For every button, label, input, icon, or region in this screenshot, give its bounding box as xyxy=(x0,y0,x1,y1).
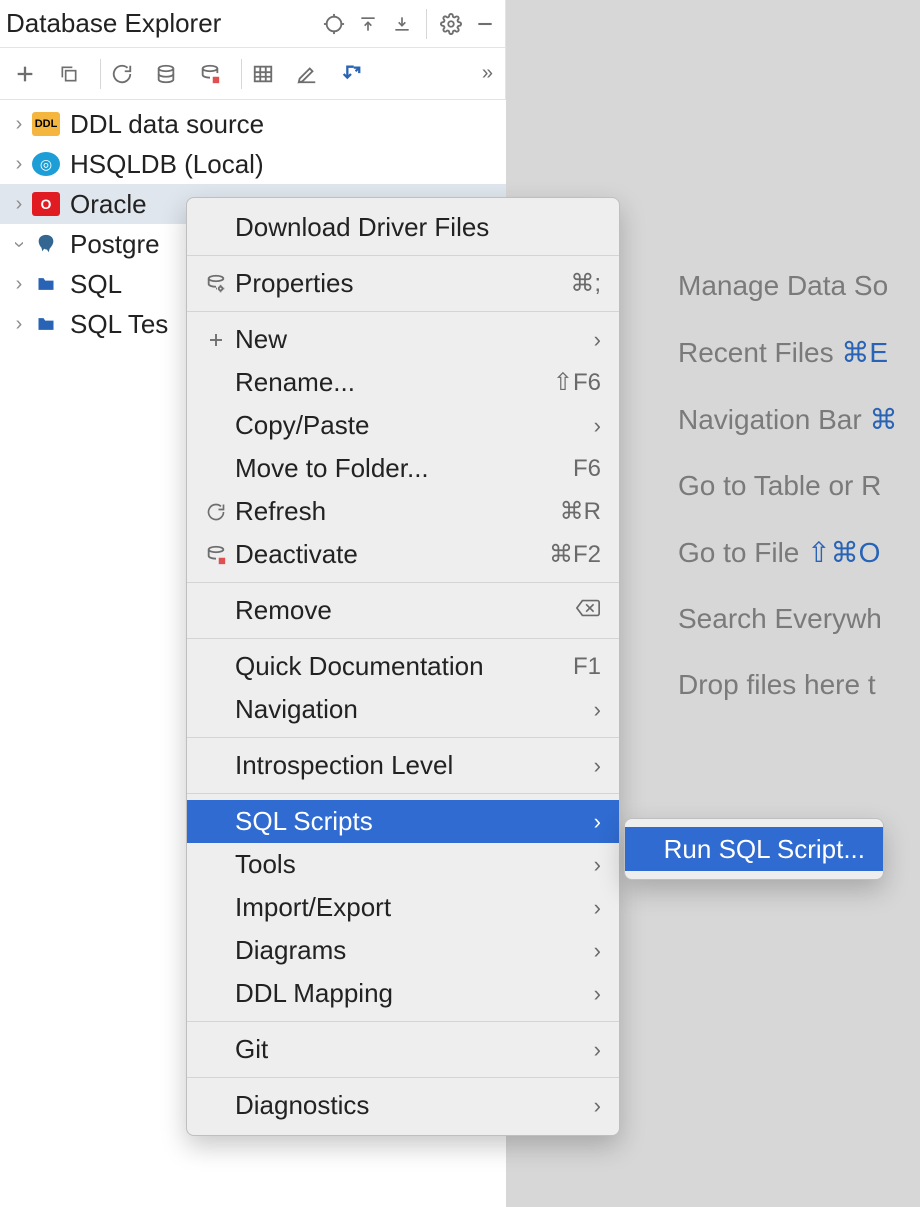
submenu-arrow-icon: › xyxy=(594,697,601,723)
duplicate-button[interactable] xyxy=(52,57,86,91)
minimize-icon[interactable] xyxy=(471,10,499,38)
tree-node-label: HSQLDB (Local) xyxy=(70,149,264,180)
menu-quick-documentation[interactable]: Quick Documentation F1 xyxy=(187,645,619,688)
ddl-icon: DDL xyxy=(32,112,60,136)
menu-separator xyxy=(187,793,619,794)
tree-node-label: SQL Tes xyxy=(70,309,168,340)
submenu-arrow-icon: › xyxy=(594,327,601,353)
submenu-arrow-icon: › xyxy=(594,753,601,779)
menu-remove[interactable]: Remove xyxy=(187,589,619,632)
menu-rename[interactable]: Rename... ⇧F6 xyxy=(187,361,619,404)
add-button[interactable] xyxy=(8,57,42,91)
menu-deactivate[interactable]: Deactivate ⌘F2 xyxy=(187,533,619,576)
chevron-right-icon[interactable]: › xyxy=(6,273,32,296)
menu-separator xyxy=(187,311,619,312)
menu-introspection-level[interactable]: Introspection Level › xyxy=(187,744,619,787)
folder-icon xyxy=(32,312,60,336)
separator xyxy=(426,9,427,39)
refresh-icon xyxy=(199,502,233,522)
postgres-icon xyxy=(32,232,60,256)
submenu-arrow-icon: › xyxy=(594,938,601,964)
menu-git[interactable]: Git › xyxy=(187,1028,619,1071)
plus-icon xyxy=(199,331,233,349)
chevron-right-icon[interactable]: › xyxy=(6,193,32,216)
backspace-icon xyxy=(575,598,601,624)
menu-move-to-folder[interactable]: Move to Folder... F6 xyxy=(187,447,619,490)
deactivate-icon xyxy=(199,544,233,566)
hint-go-to-table[interactable]: Go to Table or R xyxy=(678,470,920,502)
jump-to-console-button[interactable] xyxy=(334,57,368,91)
separator xyxy=(241,59,242,89)
panel-toolbar: » xyxy=(0,48,506,100)
context-menu[interactable]: Download Driver Files Properties ⌘; New … xyxy=(186,197,620,1136)
submenu-arrow-icon: › xyxy=(594,895,601,921)
menu-new[interactable]: New › xyxy=(187,318,619,361)
refresh-button[interactable] xyxy=(105,57,139,91)
chevron-right-icon[interactable]: › xyxy=(6,313,32,336)
menu-import-export[interactable]: Import/Export › xyxy=(187,886,619,929)
db-stop-button[interactable] xyxy=(193,57,227,91)
submenu-arrow-icon: › xyxy=(594,413,601,439)
gear-icon[interactable] xyxy=(437,10,465,38)
menu-refresh[interactable]: Refresh ⌘R xyxy=(187,490,619,533)
table-button[interactable] xyxy=(246,57,280,91)
menu-diagnostics[interactable]: Diagnostics › xyxy=(187,1084,619,1127)
chevron-right-icon[interactable]: › xyxy=(6,153,32,176)
hint-recent-files[interactable]: Recent Files ⌘E xyxy=(678,336,920,369)
hint-manage-data-sources[interactable]: Manage Data So xyxy=(678,270,920,302)
menu-separator xyxy=(187,737,619,738)
menu-separator xyxy=(187,1021,619,1022)
menu-navigation[interactable]: Navigation › xyxy=(187,688,619,731)
submenu-arrow-icon: › xyxy=(594,981,601,1007)
submenu-arrow-icon: › xyxy=(594,852,601,878)
submenu-arrow-icon: › xyxy=(594,1093,601,1119)
target-icon[interactable] xyxy=(320,10,348,38)
folder-icon xyxy=(32,272,60,296)
menu-tools[interactable]: Tools › xyxy=(187,843,619,886)
more-button[interactable]: » xyxy=(482,62,493,85)
submenu-arrow-icon: › xyxy=(594,1037,601,1063)
expand-all-icon[interactable] xyxy=(354,10,382,38)
menu-separator xyxy=(187,1077,619,1078)
chevron-down-icon[interactable]: › xyxy=(8,231,31,257)
db-stack-button[interactable] xyxy=(149,57,183,91)
menu-copy-paste[interactable]: Copy/Paste › xyxy=(187,404,619,447)
separator xyxy=(100,59,101,89)
panel-title: Database Explorer xyxy=(0,8,320,39)
tree-node-label: Oracle xyxy=(70,189,147,220)
tree-node-label: Postgre xyxy=(70,229,160,260)
hsqldb-icon: ◎ xyxy=(32,152,60,176)
tree-node-label: SQL xyxy=(70,269,122,300)
properties-icon xyxy=(199,273,233,295)
edit-button[interactable] xyxy=(290,57,324,91)
hint-search-everywhere[interactable]: Search Everywh xyxy=(678,603,920,635)
menu-download-driver[interactable]: Download Driver Files xyxy=(187,206,619,249)
collapse-all-icon[interactable] xyxy=(388,10,416,38)
hint-go-to-file[interactable]: Go to File ⇧⌘O xyxy=(678,536,920,569)
panel-title-bar: Database Explorer xyxy=(0,0,506,48)
tree-node-ddl[interactable]: › DDL DDL data source xyxy=(0,104,506,144)
menu-ddl-mapping[interactable]: DDL Mapping › xyxy=(187,972,619,1015)
menu-separator xyxy=(187,638,619,639)
hint-drop-files: Drop files here t xyxy=(678,669,920,701)
menu-diagrams[interactable]: Diagrams › xyxy=(187,929,619,972)
menu-separator xyxy=(187,255,619,256)
tree-node-hsqldb[interactable]: › ◎ HSQLDB (Local) xyxy=(0,144,506,184)
submenu-run-sql-script[interactable]: Run SQL Script... xyxy=(625,827,883,871)
sql-scripts-submenu[interactable]: Run SQL Script... xyxy=(624,818,884,880)
submenu-arrow-icon: › xyxy=(594,809,601,835)
menu-properties[interactable]: Properties ⌘; xyxy=(187,262,619,305)
hint-navigation-bar[interactable]: Navigation Bar ⌘ xyxy=(678,403,920,436)
menu-separator xyxy=(187,582,619,583)
menu-sql-scripts[interactable]: SQL Scripts › xyxy=(187,800,619,843)
chevron-right-icon[interactable]: › xyxy=(6,113,32,136)
oracle-icon: O xyxy=(32,192,60,216)
tree-node-label: DDL data source xyxy=(70,109,264,140)
